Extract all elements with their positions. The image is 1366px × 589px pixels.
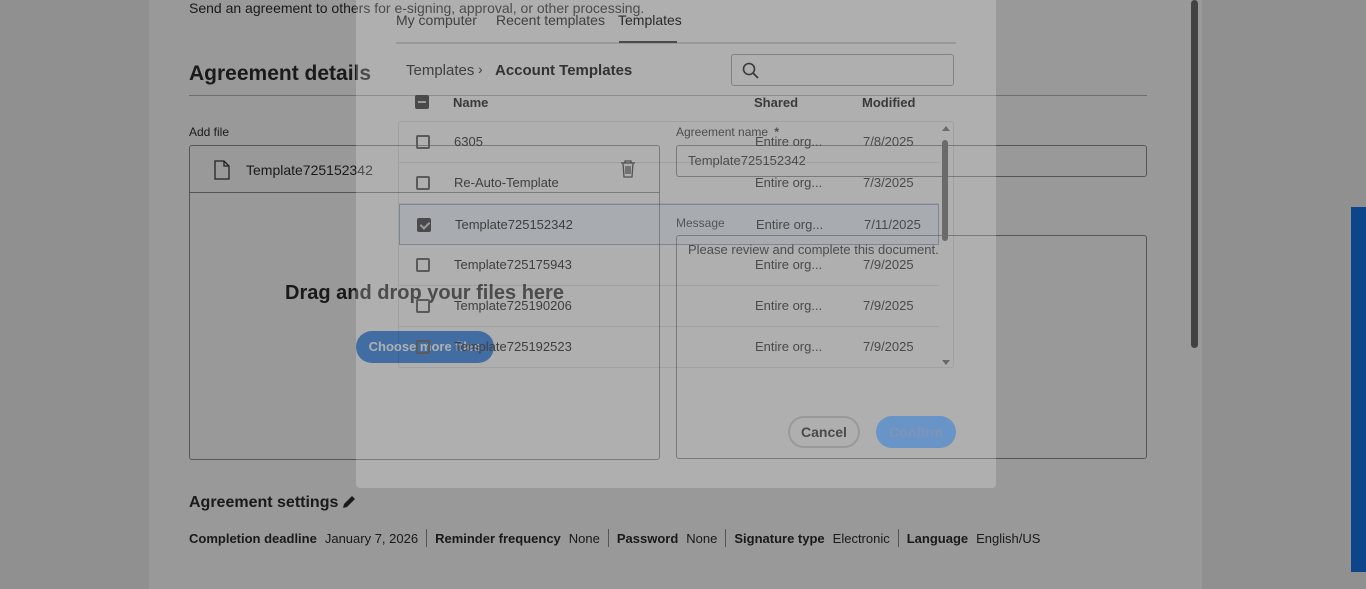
column-header-shared[interactable]: Shared	[754, 95, 798, 110]
cell-modified: 7/8/2025	[863, 134, 914, 149]
row-checkbox[interactable]	[416, 340, 430, 354]
breadcrumb-separator: ›	[478, 61, 483, 77]
cell-name: Template725175943	[454, 257, 572, 272]
table-scrollbar[interactable]	[939, 122, 953, 367]
confirm-button[interactable]: Confirm	[876, 416, 956, 448]
scroll-up-icon[interactable]	[942, 126, 950, 131]
cell-modified: 7/9/2025	[863, 298, 914, 313]
active-tab-indicator	[619, 41, 677, 43]
cell-modified: 7/9/2025	[863, 339, 914, 354]
row-checkbox[interactable]	[416, 176, 430, 190]
column-header-name[interactable]: Name	[453, 95, 488, 110]
cell-shared: Entire org...	[755, 175, 823, 190]
cell-shared: Entire org...	[755, 257, 823, 272]
cell-shared: Entire org...	[755, 298, 823, 313]
cell-name: 6305	[454, 134, 483, 149]
select-all-checkbox[interactable]	[415, 95, 429, 109]
tab-recent-templates[interactable]: Recent templates	[496, 12, 605, 28]
source-tabs: My computer Recent templates Templates	[396, 0, 956, 44]
cell-shared: Entire org...	[755, 339, 823, 354]
table-scrollbar-thumb[interactable]	[942, 140, 948, 241]
cell-name: Template725192523	[454, 339, 572, 354]
column-header-modified[interactable]: Modified	[862, 95, 915, 110]
tab-my-computer[interactable]: My computer	[396, 12, 477, 28]
tab-templates[interactable]: Templates	[618, 12, 682, 28]
breadcrumb-root[interactable]: Templates	[406, 62, 474, 79]
cell-name: Template725152342	[455, 217, 573, 232]
table-row[interactable]: 6305 Entire org... 7/8/2025	[399, 122, 939, 163]
table-row-selected[interactable]: Template725152342 Entire org... 7/11/202…	[399, 204, 939, 245]
cell-modified: 7/11/2025	[864, 217, 921, 232]
cell-modified: 7/3/2025	[863, 175, 914, 190]
row-checkbox-checked[interactable]	[417, 218, 431, 232]
cell-name: Re-Auto-Template	[454, 175, 559, 190]
table-row[interactable]: Template725175943 Entire org... 7/9/2025	[399, 245, 939, 286]
template-search-input[interactable]	[731, 54, 954, 86]
cell-name: Template725190206	[454, 298, 572, 313]
template-picker-modal: My computer Recent templates Templates T…	[356, 0, 996, 488]
cancel-button[interactable]: Cancel	[788, 416, 860, 448]
row-checkbox[interactable]	[416, 299, 430, 313]
search-icon	[742, 62, 760, 85]
templates-table: 6305 Entire org... 7/8/2025 Re-Auto-Temp…	[398, 121, 954, 368]
cell-shared: Entire org...	[755, 134, 823, 149]
breadcrumb-current: Account Templates	[495, 62, 633, 79]
row-checkbox[interactable]	[416, 258, 430, 272]
cell-shared: Entire org...	[756, 217, 824, 232]
scroll-down-icon[interactable]	[942, 360, 950, 365]
cell-modified: 7/9/2025	[863, 257, 914, 272]
table-row[interactable]: Template725190206 Entire org... 7/9/2025	[399, 286, 939, 327]
table-row[interactable]: Template725192523 Entire org... 7/9/2025	[399, 327, 939, 367]
table-row[interactable]: Re-Auto-Template Entire org... 7/3/2025	[399, 163, 939, 204]
row-checkbox[interactable]	[416, 135, 430, 149]
